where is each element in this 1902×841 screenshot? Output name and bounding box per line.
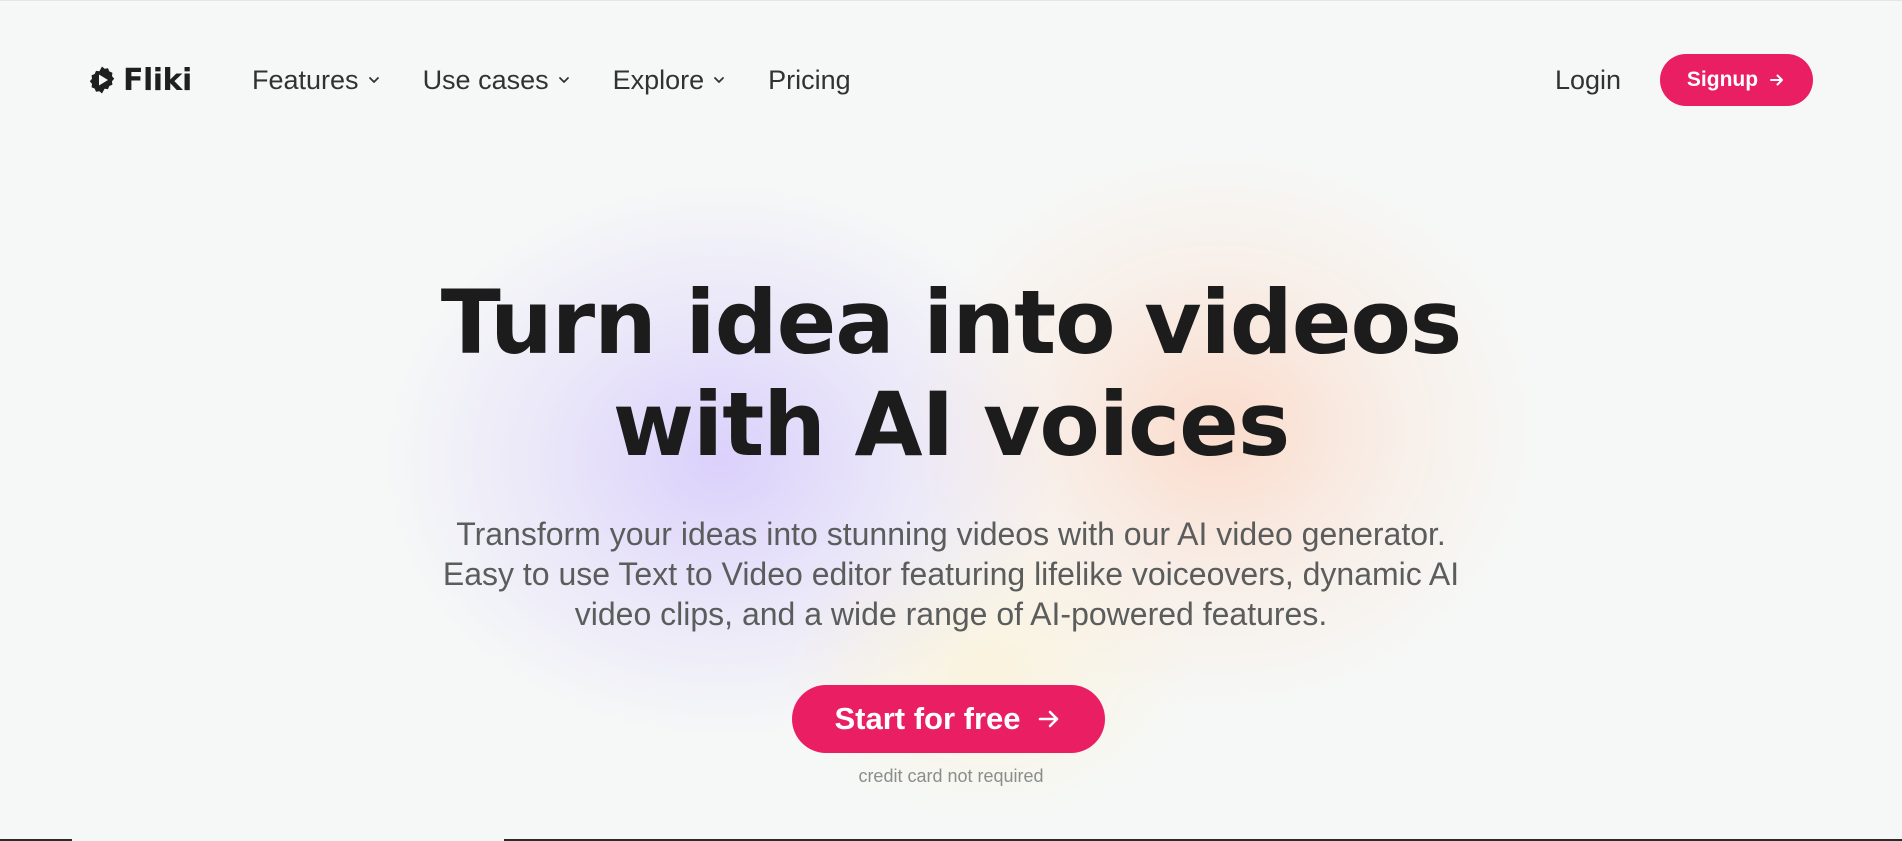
- start-for-free-button[interactable]: Start for free: [792, 685, 1105, 753]
- hero-headline-line-2: with AI voices: [612, 373, 1291, 476]
- brand-name: Fliki: [123, 62, 192, 98]
- signup-button-label: Signup: [1686, 68, 1759, 91]
- chevron-down-icon: [368, 77, 379, 83]
- brand-logo-link[interactable]: Fliki: [87, 60, 192, 100]
- cta-button-label: Start for free: [834, 701, 1021, 736]
- arrow-right-icon: [1770, 74, 1784, 86]
- arrow-right-icon: [1038, 710, 1058, 728]
- login-link[interactable]: Login: [1555, 58, 1621, 102]
- nav-item-features[interactable]: Features: [252, 65, 381, 96]
- nav-item-label: Use cases: [422, 64, 549, 95]
- nav-item-use-cases[interactable]: Use cases: [423, 65, 571, 96]
- top-navigation: Fliki Features Use cases Explore Pricing…: [0, 0, 1902, 160]
- chevron-down-icon: [558, 77, 569, 83]
- hero-subheading-line-3: video clips, and a wide range of AI-powe…: [574, 596, 1328, 632]
- hero-subheading-line-2: Easy to use Text to Video editor featuri…: [442, 556, 1460, 592]
- nav-item-label: Pricing: [768, 64, 851, 95]
- cta-note: credit card not required: [858, 766, 1044, 786]
- nav-item-explore[interactable]: Explore: [613, 65, 727, 96]
- signup-button[interactable]: Signup: [1660, 54, 1813, 106]
- play-gear-icon: [89, 66, 115, 94]
- nav-item-pricing[interactable]: Pricing: [768, 65, 851, 96]
- hero-subheading-line-1: Transform your ideas into stunning video…: [456, 516, 1446, 552]
- primary-menu: Features Use cases Explore Pricing: [252, 58, 851, 102]
- nav-item-label: Features: [252, 64, 359, 95]
- hero-headline-line-1: Turn idea into videos: [440, 271, 1463, 374]
- nav-item-label: Explore: [612, 64, 705, 95]
- hero-subheading: Transform your ideas into stunning video…: [0, 514, 1902, 634]
- chevron-down-icon: [714, 77, 725, 83]
- hero-headline: Turn idea into videos with AI voices: [0, 272, 1902, 476]
